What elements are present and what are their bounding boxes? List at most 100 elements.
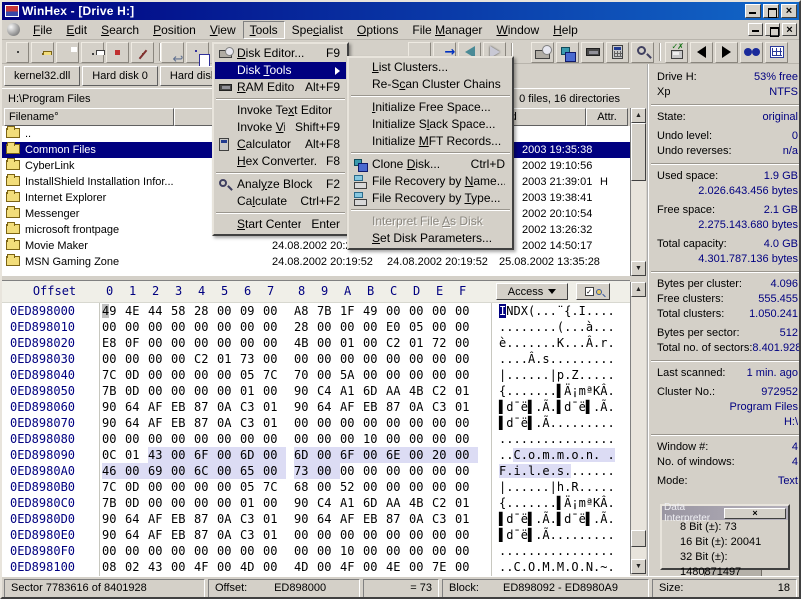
hex-byte[interactable]: 4B [294,335,317,351]
hex-byte[interactable]: 00 [432,303,455,319]
hex-text[interactable]: ................ [499,543,615,559]
menu-item-file-recovery-by-type[interactable]: File Recovery by Type... [350,190,511,207]
hex-byte[interactable]: C3 [240,527,263,543]
hex-byte[interactable]: 6F [340,447,363,463]
hex-byte[interactable]: 00 [194,495,217,511]
hex-byte[interactable]: C2 [432,383,455,399]
menu-file[interactable]: File [26,21,59,39]
hex-byte[interactable]: 00 [171,543,194,559]
hex-byte[interactable]: E8 [102,335,125,351]
hex-byte[interactable]: 73 [240,351,263,367]
menu-item-calculator[interactable]: CalculatorAlt+F8 [215,136,346,153]
hex-byte[interactable]: 6D [294,447,317,463]
hex-byte[interactable]: 00 [455,431,478,447]
hex-byte[interactable]: 00 [455,463,478,479]
hex-text[interactable]: ................ [499,431,615,447]
hex-byte[interactable]: 6C [194,463,217,479]
access-dropdown[interactable]: Access [496,283,568,300]
hex-byte[interactable]: 00 [432,463,455,479]
menu-item-interpret-file-as-disk[interactable]: Interpret File As Disk [350,213,511,230]
hex-byte[interactable]: 05 [240,367,263,383]
hex-byte[interactable]: 00 [432,415,455,431]
hex-text[interactable]: è.......K...Â.r. [499,335,615,351]
hex-byte[interactable]: 00 [263,543,286,559]
hex-byte[interactable]: 90 [294,383,317,399]
clone-disk-button[interactable] [556,42,579,63]
hex-byte[interactable]: 00 [217,559,240,575]
hex-byte[interactable]: 00 [263,383,286,399]
hex-byte[interactable]: AF [148,527,171,543]
hex-byte[interactable]: 00 [409,559,432,575]
hex-byte[interactable]: 0C [102,447,125,463]
hex-byte[interactable]: 00 [263,303,286,319]
checksum-button[interactable] [665,42,688,63]
title-bar[interactable]: WinHex - [Drive H:] × [2,2,799,20]
hex-byte[interactable]: 20 [432,447,455,463]
hex-byte[interactable]: EB [363,399,386,415]
hex-byte[interactable]: 00 [455,319,478,335]
hex-byte[interactable]: 01 [240,383,263,399]
hex-byte[interactable]: C2 [432,495,455,511]
menu-item-clone-disk[interactable]: Clone Disk...Ctrl+D [350,156,511,173]
menu-search[interactable]: Search [94,21,146,39]
hex-byte[interactable]: 0A [409,511,432,527]
hex-text[interactable]: {.......▌Ä¡mªKÂ. [499,495,615,511]
child-restore-button[interactable] [765,23,780,36]
hex-row[interactable]: 0ED8980709064AFEB870AC301000000000000000… [2,415,478,431]
hex-byte[interactable]: 90 [102,511,125,527]
hex-byte[interactable]: C4 [317,495,340,511]
hex-byte[interactable]: 90 [294,495,317,511]
menu-file-manager[interactable]: File Manager [405,21,489,39]
hex-byte[interactable]: 00 [363,447,386,463]
hex-byte[interactable]: 00 [386,367,409,383]
hex-text[interactable]: ........(...à... [499,319,615,335]
hex-byte[interactable]: 00 [432,543,455,559]
hex-byte[interactable]: AF [340,399,363,415]
hex-byte[interactable]: 00 [317,463,340,479]
hex-row[interactable]: 0ED8980F00000000000000000000010000000000… [2,543,478,559]
records-button[interactable] [765,42,788,63]
hex-byte[interactable]: 00 [148,319,171,335]
save-button[interactable] [56,42,79,63]
hex-byte[interactable]: 00 [455,415,478,431]
hex-byte[interactable]: 00 [363,527,386,543]
scroll-up-icon[interactable]: ▲ [631,282,646,297]
hex-row[interactable]: 0ED8980609064AFEB870AC3019064AFEB870AC30… [2,399,478,415]
hex-byte[interactable]: A8 [294,303,317,319]
hex-byte[interactable]: 44 [148,303,171,319]
hex-byte[interactable]: 87 [194,415,217,431]
hex-byte[interactable]: 73 [294,463,317,479]
hex-byte[interactable]: 0A [217,527,240,543]
hex-byte[interactable]: C4 [317,383,340,399]
hex-row[interactable]: 0ED8980B07C0D00000000057C680052000000000… [2,479,478,495]
hex-byte[interactable]: 00 [171,319,194,335]
hex-byte[interactable]: AF [340,511,363,527]
hex-byte[interactable]: 00 [171,479,194,495]
hex-byte[interactable]: 00 [340,431,363,447]
hex-byte[interactable]: 00 [263,431,286,447]
hex-byte[interactable]: 00 [171,367,194,383]
hex-byte[interactable]: 0D [125,479,148,495]
hex-byte[interactable]: EB [171,415,194,431]
hex-byte[interactable]: 00 [455,527,478,543]
scroll-down-icon[interactable]: ▼ [631,261,646,276]
open-folder-button[interactable] [31,42,54,63]
hex-text[interactable]: INDX(...¨{.I.... [499,303,615,319]
hex-byte[interactable]: 0D [125,495,148,511]
hex-byte[interactable]: 00 [317,543,340,559]
hex-byte[interactable]: 05 [240,479,263,495]
hex-byte[interactable]: 7B [102,383,125,399]
hex-row[interactable]: 0ED8980D09064AFEB870AC3019064AFEB870AC30… [2,511,478,527]
hex-byte[interactable]: 00 [317,319,340,335]
close-icon[interactable]: × [724,508,786,519]
hex-byte[interactable]: 00 [432,479,455,495]
hex-byte[interactable]: AA [386,495,409,511]
hex-byte[interactable]: 00 [409,415,432,431]
hex-byte[interactable]: 00 [409,527,432,543]
hex-byte[interactable]: 46 [102,463,125,479]
hex-byte[interactable]: 7B [102,495,125,511]
close-button[interactable]: × [781,4,797,18]
hex-byte[interactable]: 7C [102,479,125,495]
menu-item-file-recovery-by-name[interactable]: File Recovery by Name... [350,173,511,190]
properties-button[interactable] [106,42,129,63]
